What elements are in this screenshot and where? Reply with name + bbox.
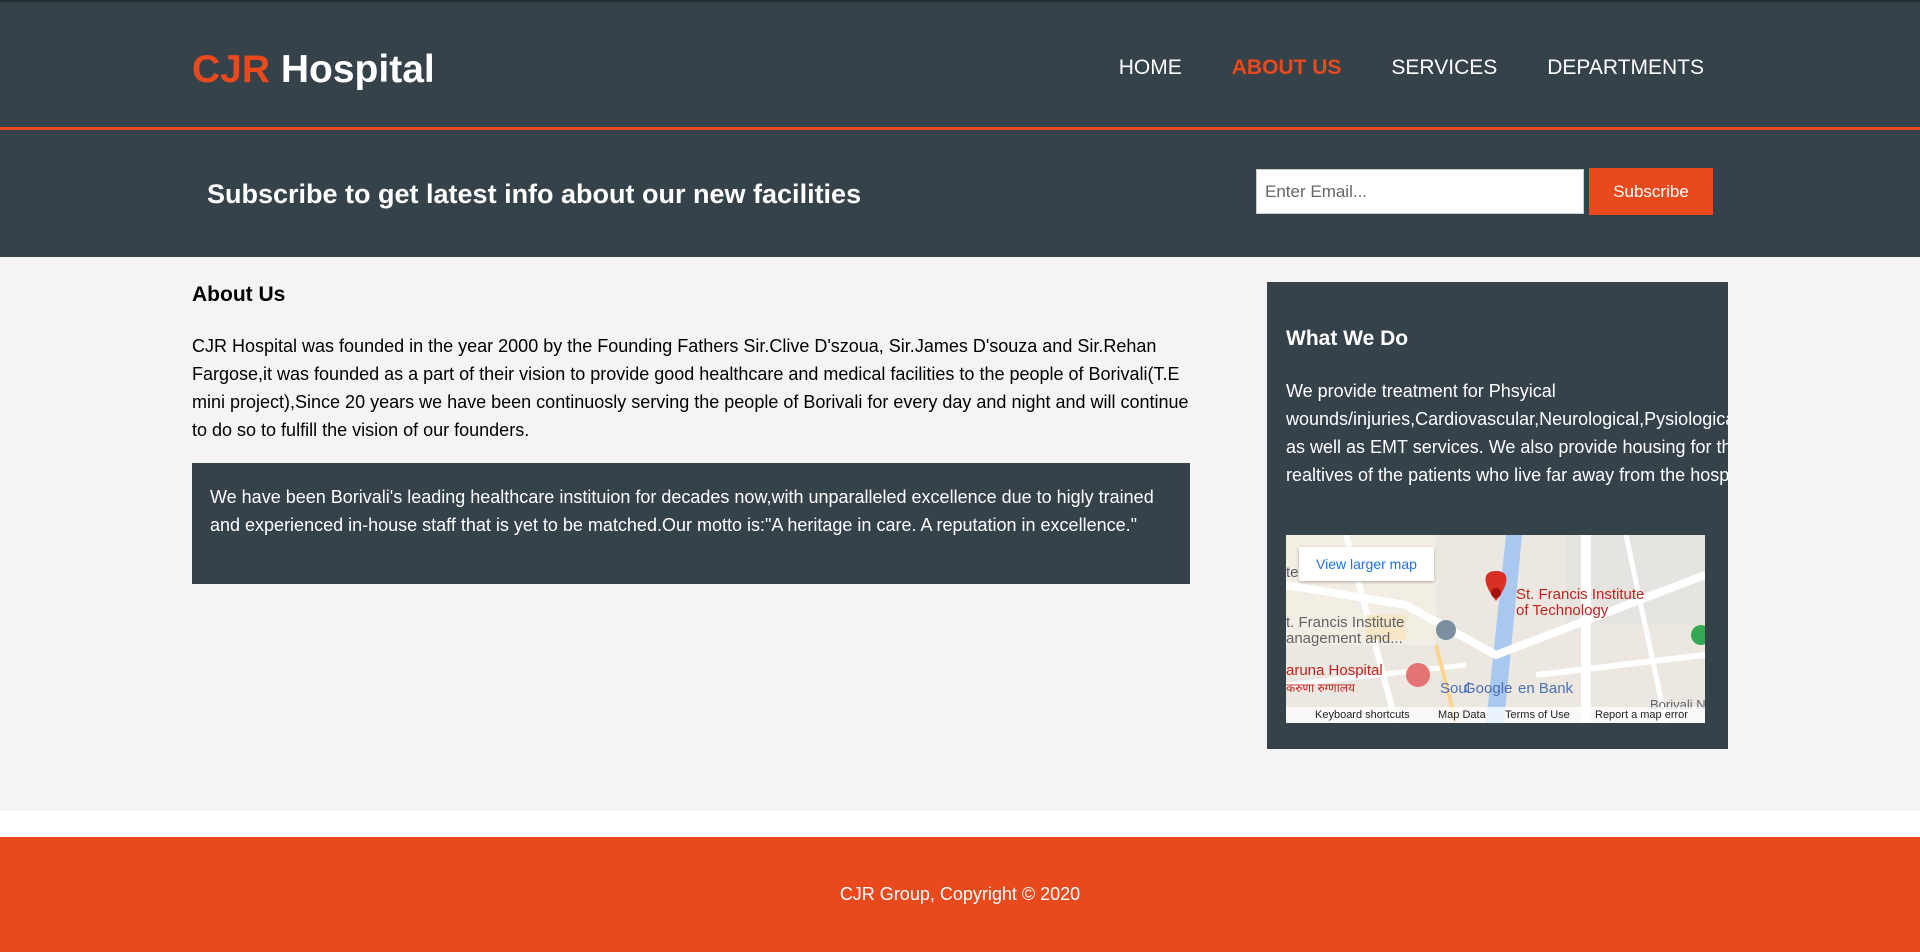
main-nav: HOME ABOUT US SERVICES DEPARTMENTS <box>1069 55 1704 81</box>
newsletter-section: Subscribe to get latest info about our n… <box>0 130 1920 257</box>
email-input[interactable] <box>1256 169 1584 214</box>
site-header: CJR Hospital HOME ABOUT US SERVICES DEPA… <box>0 0 1920 130</box>
map-label-sfit: St. Francis Institute <box>1516 586 1645 603</box>
about-article: About Us CJR Hospital was founded in the… <box>192 282 1192 444</box>
about-title: About Us <box>192 283 286 306</box>
sidebar: What We Do We provide treatment for Phsy… <box>1267 282 1728 749</box>
logo-text: Hospital <box>280 48 435 91</box>
nav-home[interactable]: HOME <box>1119 55 1182 81</box>
map-report-error-link[interactable]: Report a map error <box>1595 709 1688 721</box>
map-label-edge: te <box>1286 564 1299 581</box>
map-keyboard-shortcuts[interactable]: Keyboard shortcuts <box>1315 709 1410 721</box>
newsletter-heading: Subscribe to get latest info about our n… <box>207 179 862 209</box>
sidebar-text: We provide treatment for Phsyical wounds… <box>1286 381 1728 485</box>
logo-accent: CJR <box>192 48 271 91</box>
map-label-sfit-2: of Technology <box>1516 602 1609 619</box>
nav-about-us[interactable]: ABOUT US <box>1232 55 1342 81</box>
embedded-map[interactable]: View larger map St. Francis Institute of… <box>1286 535 1705 723</box>
map-label-karuna-local: करुणा रुग्णालय <box>1286 681 1355 695</box>
highlight-box: We have been Borivali's leading healthca… <box>192 463 1190 584</box>
copyright-text: CJR Group, Copyright © 2020 <box>839 884 1081 904</box>
map-google-logo: Google <box>1464 680 1513 697</box>
map-footer: Keyboard shortcuts Map Data Terms of Use… <box>1286 707 1705 723</box>
subscribe-button[interactable]: Subscribe <box>1589 168 1713 215</box>
nav-services[interactable]: SERVICES <box>1391 55 1497 81</box>
map-label-karuna: aruna Hospital <box>1286 662 1383 679</box>
map-label-bank: en Bank <box>1518 680 1574 697</box>
view-larger-map-link[interactable]: View larger map <box>1299 547 1434 581</box>
map-label-sfim-2: anagement and... <box>1286 630 1403 647</box>
nav-departments[interactable]: DEPARTMENTS <box>1547 55 1704 81</box>
map-data-link[interactable]: Map Data <box>1438 709 1486 721</box>
highlight-text: We have been Borivali's leading healthca… <box>210 487 1154 535</box>
about-text: CJR Hospital was founded in the year 200… <box>192 336 1189 440</box>
map-label-sfim: t. Francis Institute <box>1286 614 1405 631</box>
sidebar-title: What We Do <box>1286 327 1409 350</box>
site-logo[interactable]: CJR Hospital <box>192 48 435 92</box>
map-terms-link[interactable]: Terms of Use <box>1505 709 1570 721</box>
site-footer: CJR Group, Copyright © 2020 <box>0 837 1920 952</box>
